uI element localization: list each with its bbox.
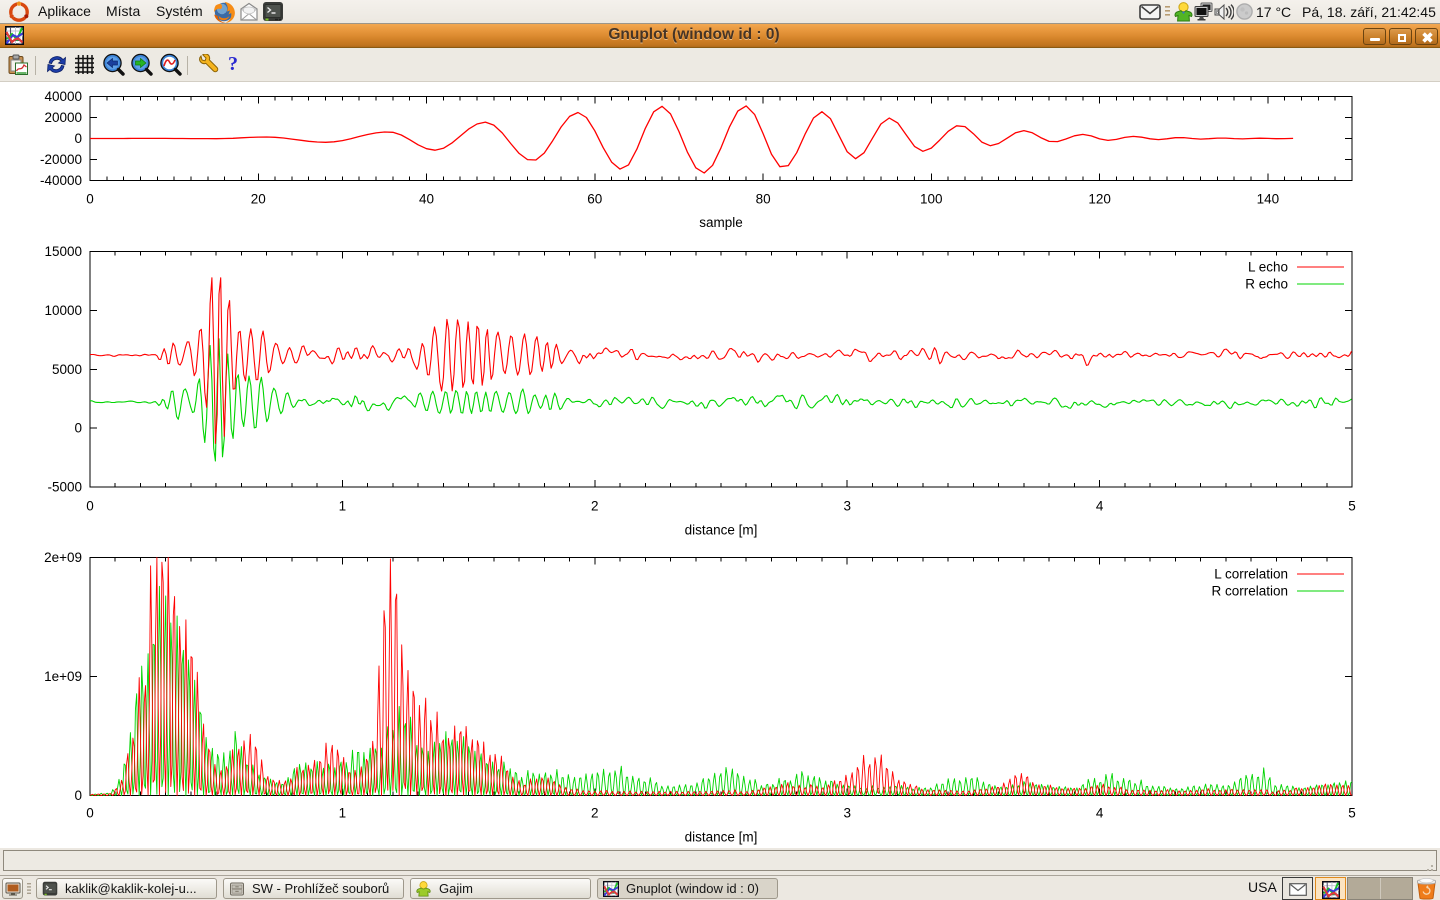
svg-text:-5000: -5000: [47, 480, 82, 495]
svg-text:140: 140: [1257, 192, 1280, 207]
svg-text:distance [m]: distance [m]: [685, 830, 758, 845]
svg-text:R echo: R echo: [1245, 277, 1288, 292]
svg-text:1: 1: [339, 499, 347, 514]
svg-text:0: 0: [86, 499, 94, 514]
svg-text:3: 3: [843, 806, 851, 821]
svg-text:20000: 20000: [44, 110, 82, 125]
svg-text:15000: 15000: [44, 244, 82, 259]
svg-text:40: 40: [419, 192, 434, 207]
svg-text:-40000: -40000: [40, 173, 82, 188]
svg-text:100: 100: [920, 192, 943, 207]
svg-text:10000: 10000: [44, 303, 82, 318]
svg-text:2: 2: [591, 806, 599, 821]
svg-text:4: 4: [1096, 499, 1104, 514]
svg-text:L echo: L echo: [1248, 260, 1288, 275]
svg-text:40000: 40000: [44, 89, 82, 104]
svg-text:20: 20: [251, 192, 266, 207]
svg-text:0: 0: [74, 788, 82, 803]
svg-text:distance [m]: distance [m]: [685, 523, 758, 538]
svg-text:0: 0: [74, 131, 82, 146]
svg-text:R correlation: R correlation: [1211, 584, 1288, 599]
svg-text:80: 80: [756, 192, 771, 207]
svg-text:0: 0: [74, 421, 82, 436]
svg-text:60: 60: [587, 192, 602, 207]
svg-text:5: 5: [1348, 806, 1356, 821]
svg-text:0: 0: [86, 806, 94, 821]
svg-text:3: 3: [843, 499, 851, 514]
svg-text:1: 1: [339, 806, 347, 821]
svg-text:sample: sample: [699, 215, 743, 230]
svg-text:0: 0: [86, 192, 94, 207]
svg-text:5: 5: [1348, 499, 1356, 514]
svg-text:120: 120: [1088, 192, 1111, 207]
svg-text:4: 4: [1096, 806, 1104, 821]
svg-text:2e+09: 2e+09: [44, 550, 82, 565]
svg-text:5000: 5000: [52, 362, 82, 377]
svg-text:1e+09: 1e+09: [44, 669, 82, 684]
svg-text:-20000: -20000: [40, 152, 82, 167]
svg-text:2: 2: [591, 499, 599, 514]
svg-text:L correlation: L correlation: [1214, 567, 1288, 582]
